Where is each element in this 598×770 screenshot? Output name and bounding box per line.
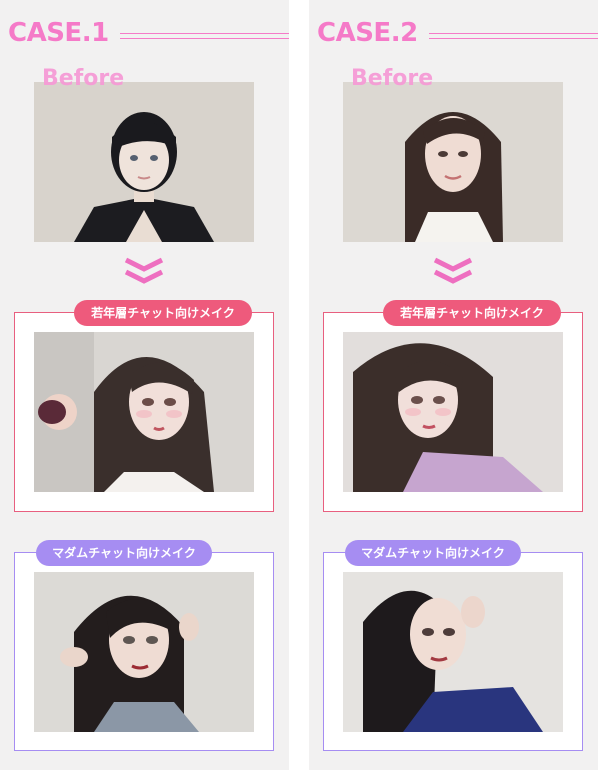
before-label: Before (351, 66, 434, 91)
case-2-column: CASE.2 Before 若年層チャット向けメイク マダムチャット向けメイク (309, 0, 598, 770)
madam-makeup-label: マダムチャット向けメイク (345, 540, 521, 566)
young-makeup-label: 若年層チャット向けメイク (74, 300, 252, 326)
case-1-before-photo (34, 82, 254, 242)
case-2-before-photo (343, 82, 563, 242)
title-rule (120, 33, 289, 34)
case-2-madam-makeup-photo (343, 572, 563, 732)
madam-makeup-label: マダムチャット向けメイク (36, 540, 212, 566)
before-label: Before (42, 66, 125, 91)
case-1-column: CASE.1 Before 若年層チャット向けメイク マダムチャット向けメイク (0, 0, 289, 770)
case-1-title: CASE.1 (8, 18, 109, 48)
young-makeup-label: 若年層チャット向けメイク (383, 300, 561, 326)
case-1-madam-makeup-photo (34, 572, 254, 732)
double-chevron-down-icon (124, 257, 164, 284)
case-2-title: CASE.2 (317, 18, 418, 48)
double-chevron-down-icon (433, 257, 473, 284)
case-2-young-makeup-photo (343, 332, 563, 492)
title-rule (429, 33, 598, 34)
case-1-young-makeup-photo (34, 332, 254, 492)
title-rule (429, 38, 598, 39)
title-rule (120, 38, 289, 39)
